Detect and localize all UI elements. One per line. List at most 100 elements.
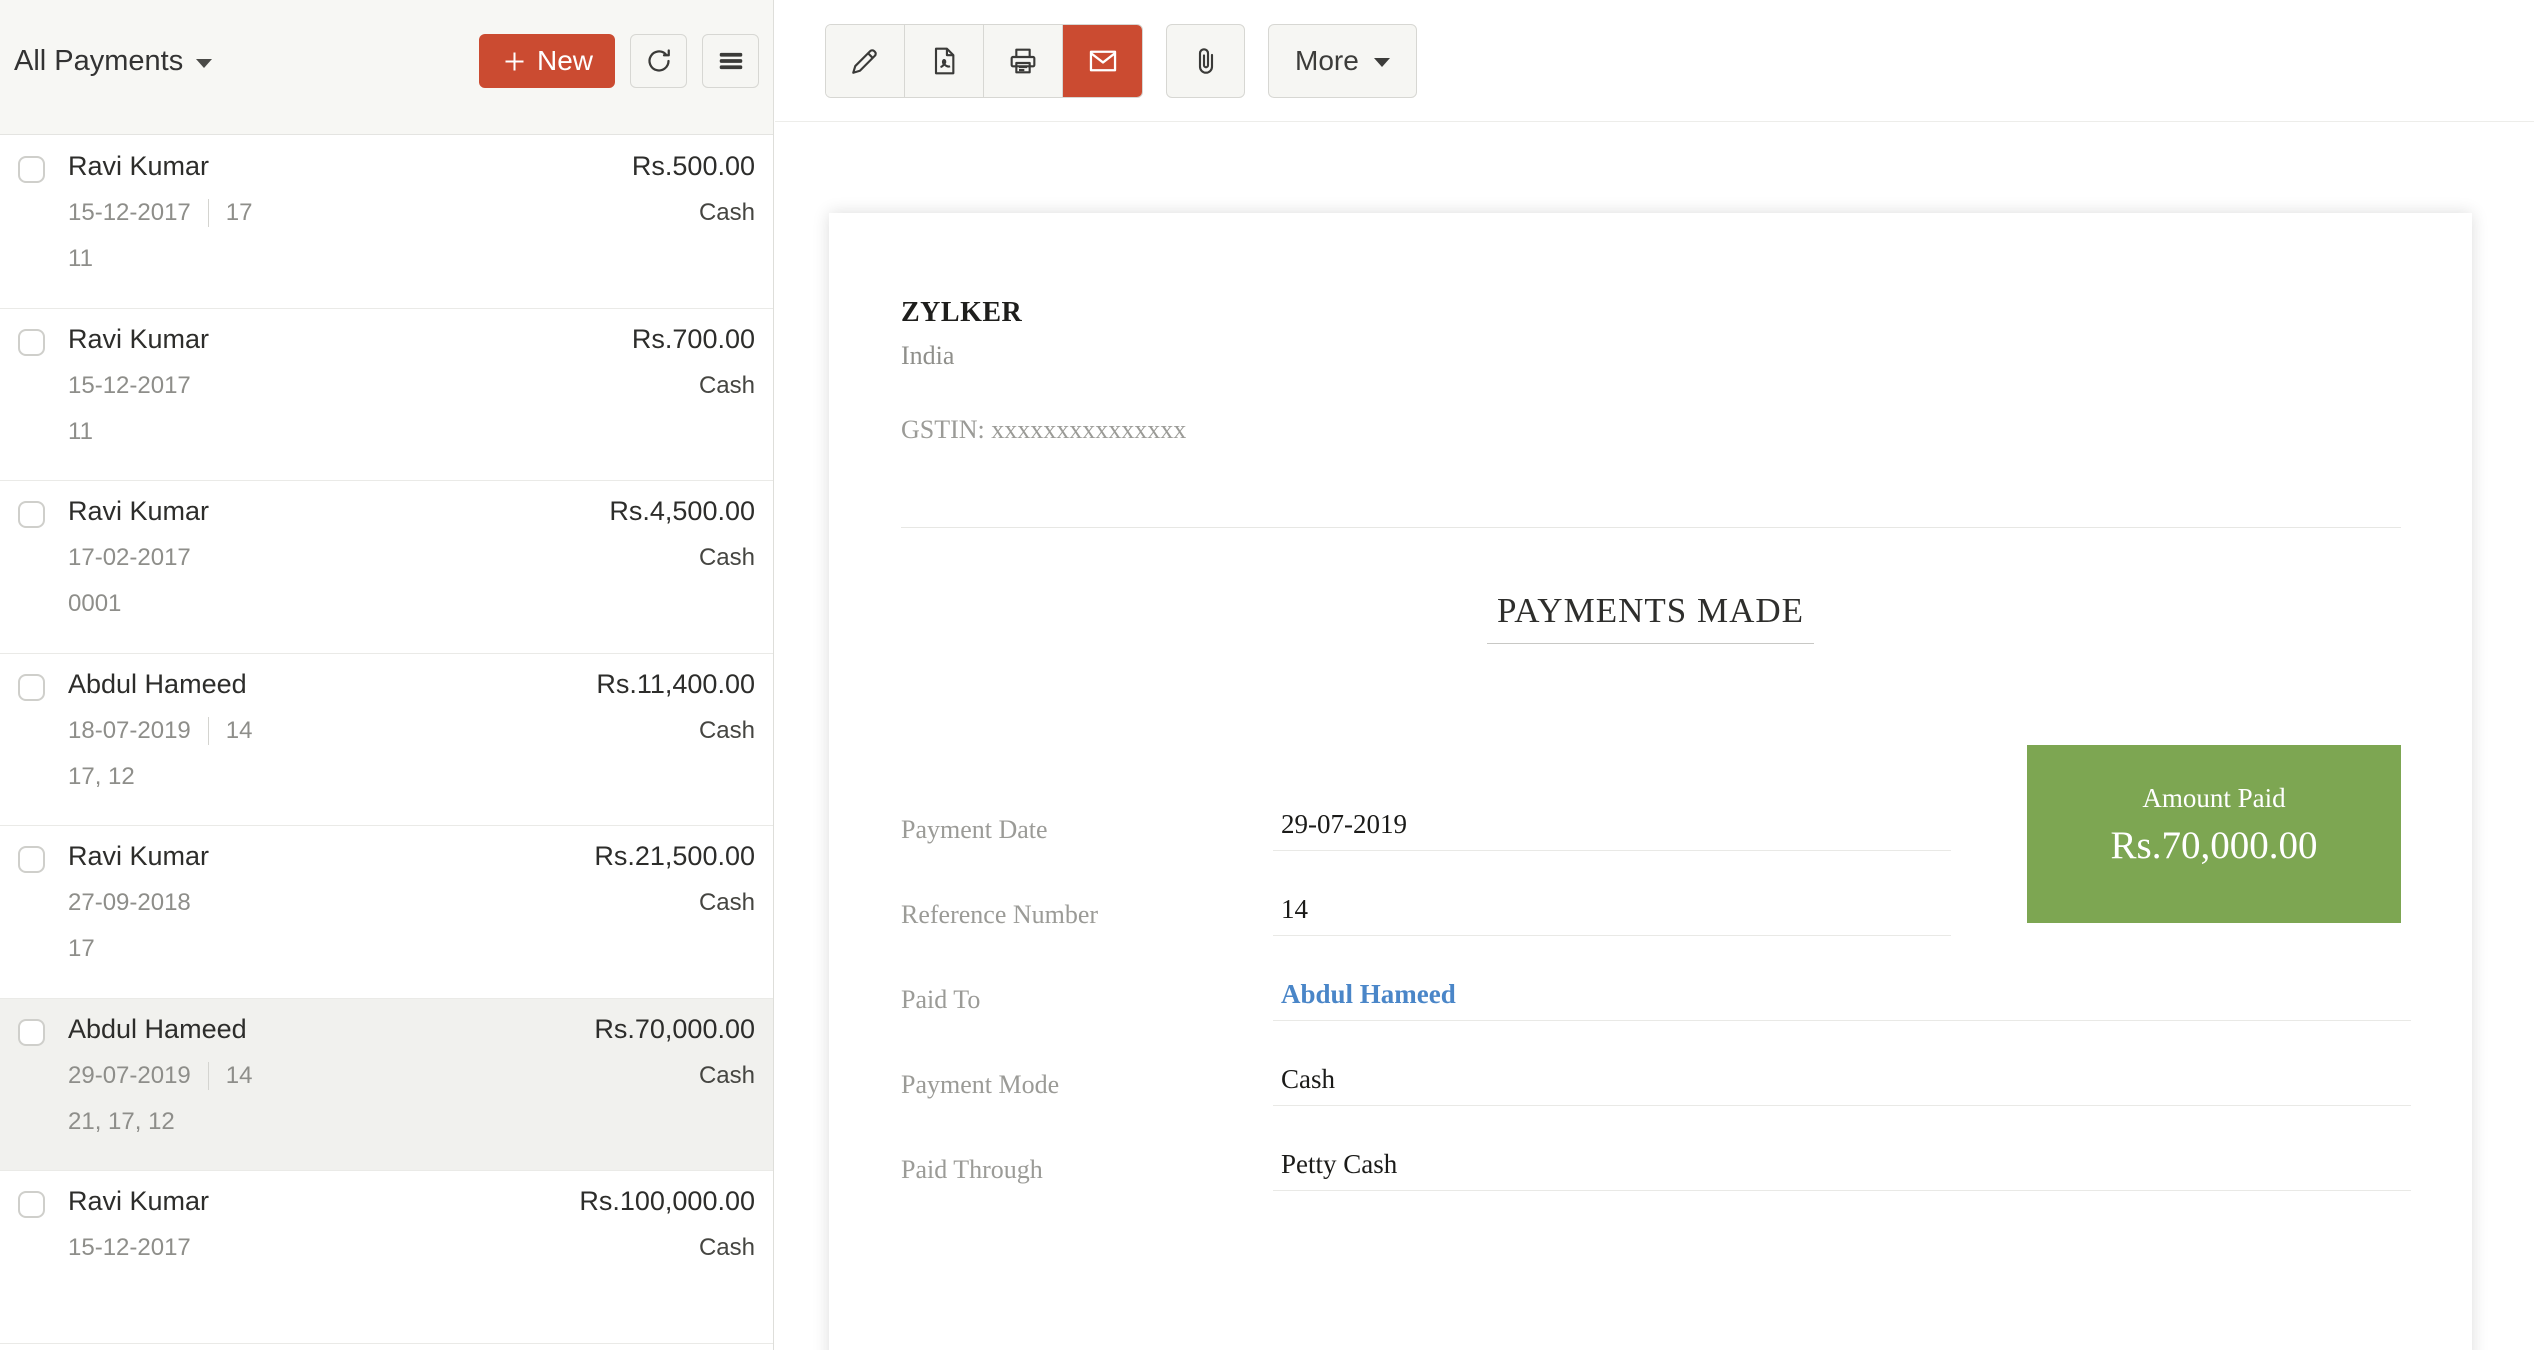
field-value: 29-07-2019 [1273, 805, 1951, 851]
document-field-row: Payment Mode Cash [901, 1060, 2401, 1145]
document-field-row: Paid Through Petty Cash [901, 1145, 2401, 1230]
payments-list: Ravi Kumar Rs.500.00 15-12-2017 17 Cash … [0, 136, 773, 1350]
new-button-label: New [537, 45, 593, 77]
payee-name: Ravi Kumar [68, 323, 209, 355]
field-label: Payment Date [901, 815, 1048, 845]
envelope-icon [1086, 44, 1120, 78]
payment-amount: Rs.70,000.00 [594, 1013, 755, 1045]
field-value-text: 29-07-2019 [1281, 809, 1407, 839]
payee-name: Ravi Kumar [68, 1185, 209, 1217]
field-label: Paid Through [901, 1155, 1043, 1185]
payment-checkbox[interactable] [18, 1019, 45, 1046]
payment-checkbox[interactable] [18, 846, 45, 873]
payment-amount: Rs.11,400.00 [596, 668, 755, 700]
more-button-label: More [1295, 45, 1359, 77]
payment-list-item[interactable]: Ravi Kumar Rs.700.00 15-12-2017 Cash 11 [0, 309, 773, 482]
filter-label: All Payments [14, 45, 183, 78]
payment-reference: 17 [226, 198, 253, 228]
detail-toolbar: More [775, 0, 2534, 122]
field-label: Reference Number [901, 900, 1098, 930]
payment-mode: Cash [699, 543, 755, 573]
refresh-button[interactable] [630, 34, 687, 88]
document-field-row: Payment Date 29-07-2019 [901, 805, 2401, 890]
divider [901, 527, 2401, 528]
field-value-text: Abdul Hameed [1281, 979, 1456, 1009]
payment-checkbox[interactable] [18, 674, 45, 701]
payment-bill-numbers: 17, 12 [68, 763, 755, 791]
payment-date: 18-07-2019 [68, 716, 191, 746]
sidebar-header: All Payments New [0, 0, 773, 135]
payment-date: 27-09-2018 [68, 888, 191, 918]
payee-name: Ravi Kumar [68, 840, 209, 872]
payee-name: Abdul Hameed [68, 1013, 247, 1045]
payment-document: ZYLKER India GSTIN: xxxxxxxxxxxxxxx PAYM… [829, 213, 2472, 1350]
payment-amount: Rs.21,500.00 [594, 840, 755, 872]
payment-bill-numbers: 11 [68, 418, 755, 446]
pdf-button[interactable] [905, 25, 984, 97]
company-name: ZYLKER [901, 297, 1022, 329]
payee-name: Ravi Kumar [68, 495, 209, 527]
payment-amount: Rs.4,500.00 [609, 495, 755, 527]
edit-button[interactable] [826, 25, 905, 97]
document-field-row: Paid To Abdul Hameed [901, 975, 2401, 1060]
payment-date: 15-12-2017 [68, 1233, 191, 1263]
payment-checkbox[interactable] [18, 329, 45, 356]
toolbar-button-group [825, 24, 1143, 98]
payment-amount: Rs.500.00 [632, 150, 755, 182]
list-menu-button[interactable] [702, 34, 759, 88]
paperclip-icon [1190, 45, 1222, 77]
payment-mode: Cash [699, 1233, 755, 1263]
field-value-text: 14 [1281, 894, 1308, 924]
payment-checkbox[interactable] [18, 501, 45, 528]
payments-sidebar: All Payments New [0, 0, 774, 1350]
payment-bill-numbers: 11 [68, 245, 755, 273]
email-button[interactable] [1063, 25, 1142, 97]
payment-list-item[interactable]: Ravi Kumar Rs.21,500.00 27-09-2018 Cash … [0, 826, 773, 999]
company-gstin: GSTIN: xxxxxxxxxxxxxxx [901, 415, 1186, 445]
divider [208, 717, 209, 745]
hamburger-icon [716, 46, 746, 76]
field-value-text: Petty Cash [1281, 1149, 1397, 1179]
refresh-icon [644, 46, 674, 76]
payment-checkbox[interactable] [18, 156, 45, 183]
print-button[interactable] [984, 25, 1063, 97]
divider [208, 1062, 209, 1090]
payment-list-item[interactable]: Ravi Kumar Rs.500.00 15-12-2017 17 Cash … [0, 136, 773, 309]
more-button[interactable]: More [1268, 24, 1417, 98]
field-label: Payment Mode [901, 1070, 1059, 1100]
payment-detail-pane: More ZYLKER India GSTIN: xxxxxxxxxxxxxxx… [775, 0, 2534, 1350]
payment-list-item[interactable]: Ravi Kumar Rs.100,000.00 15-12-2017 Cash [0, 1171, 773, 1344]
document-field-row: Reference Number 14 [901, 890, 2401, 975]
payment-list-item[interactable]: Abdul Hameed Rs.70,000.00 29-07-2019 14 … [0, 999, 773, 1172]
payment-date: 15-12-2017 [68, 198, 191, 228]
payee-name: Abdul Hameed [68, 668, 247, 700]
payment-reference: 14 [226, 716, 253, 746]
attachment-button[interactable] [1166, 24, 1245, 98]
payment-amount: Rs.100,000.00 [579, 1185, 755, 1217]
field-value: Petty Cash [1273, 1145, 2411, 1191]
payment-checkbox[interactable] [18, 1191, 45, 1218]
document-title-wrap: PAYMENTS MADE [829, 591, 2472, 644]
payment-mode: Cash [699, 888, 755, 918]
document-fields: Payment Date 29-07-2019 Reference Number… [901, 805, 2401, 1230]
app-root: All Payments New [0, 0, 2534, 1350]
payment-mode: Cash [699, 371, 755, 401]
payments-filter-dropdown[interactable]: All Payments [14, 45, 212, 78]
field-value: Cash [1273, 1060, 2411, 1106]
payee-name: Ravi Kumar [68, 150, 209, 182]
field-value-text: Cash [1281, 1064, 1335, 1094]
pdf-file-icon [928, 45, 960, 77]
field-value[interactable]: Abdul Hameed [1273, 975, 2411, 1021]
payment-mode: Cash [699, 716, 755, 746]
document-title: PAYMENTS MADE [1487, 591, 1814, 644]
payment-date: 15-12-2017 [68, 371, 191, 401]
divider [208, 199, 209, 227]
payment-date: 29-07-2019 [68, 1061, 191, 1091]
payment-list-item[interactable]: Ravi Kumar Rs.4,500.00 17-02-2017 Cash 0… [0, 481, 773, 654]
pencil-icon [849, 45, 881, 77]
company-country: India [901, 341, 954, 371]
payment-list-item[interactable]: Abdul Hameed Rs.11,400.00 18-07-2019 14 … [0, 654, 773, 827]
printer-icon [1007, 45, 1039, 77]
new-payment-button[interactable]: New [479, 34, 615, 88]
payment-mode: Cash [699, 1061, 755, 1091]
